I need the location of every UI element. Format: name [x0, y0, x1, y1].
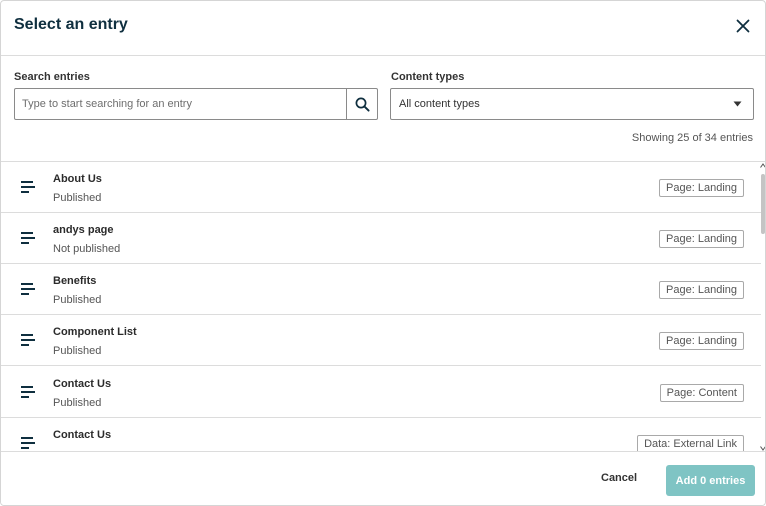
- entry-lines-icon: [21, 232, 35, 244]
- scroll-thumb[interactable]: [761, 174, 765, 234]
- entry-status: Not published: [53, 243, 121, 255]
- entry-selector-dialog: Select an entry Search entries Content t…: [0, 0, 766, 506]
- list-item[interactable]: Contact Us Data: External Link: [1, 418, 761, 451]
- chevron-down-icon: [733, 101, 742, 107]
- entry-type-badge: Page: Landing: [659, 332, 744, 350]
- list-item[interactable]: Benefits Published Page: Landing: [1, 264, 761, 315]
- search-icon: [355, 97, 370, 112]
- entry-lines-icon: [21, 437, 35, 449]
- entry-type-badge: Page: Landing: [659, 179, 744, 197]
- content-types-select[interactable]: All content types: [390, 88, 754, 120]
- close-icon: [736, 19, 750, 33]
- entry-name: Contact Us: [53, 378, 112, 390]
- entry-name: Contact Us: [53, 429, 112, 441]
- content-types-label: Content types: [391, 71, 465, 83]
- entry-lines-icon: [21, 283, 35, 295]
- list-item[interactable]: Component List Published Page: Landing: [1, 315, 761, 366]
- search-input[interactable]: [15, 89, 347, 119]
- entry-status: Published: [53, 345, 102, 357]
- results-count: Showing 25 of 34 entries: [631, 132, 753, 144]
- dialog-header: Select an entry: [1, 1, 765, 56]
- entry-lines-icon: [21, 181, 35, 193]
- entry-type-badge: Page: Content: [659, 384, 744, 402]
- search-label: Search entries: [14, 71, 90, 83]
- entry-status: Published: [53, 294, 102, 306]
- add-entries-button[interactable]: Add 0 entries: [666, 465, 755, 496]
- entry-lines-icon: [21, 334, 35, 346]
- entry-type-badge: Data: External Link: [637, 435, 744, 451]
- content-types-selected: All content types: [399, 98, 480, 110]
- entry-type-badge: Page: Landing: [659, 281, 744, 299]
- cancel-button[interactable]: Cancel: [601, 472, 637, 484]
- list-item[interactable]: andys page Not published Page: Landing: [1, 213, 761, 264]
- search-field: [14, 88, 378, 120]
- search-button[interactable]: [346, 89, 377, 119]
- entry-name: About Us: [53, 173, 102, 185]
- list-item[interactable]: About Us Published Page: Landing: [1, 162, 761, 213]
- list-item[interactable]: Contact Us Published Page: Content: [1, 367, 761, 418]
- entry-status: Published: [53, 192, 102, 204]
- close-button[interactable]: [731, 14, 755, 38]
- entry-name: andys page: [53, 224, 114, 236]
- entry-status: Published: [53, 397, 102, 409]
- entry-list: About Us Published Page: Landing andys p…: [1, 161, 766, 451]
- dialog-footer: Cancel Add 0 entries: [1, 451, 765, 505]
- list-scrollbar[interactable]: [759, 162, 766, 451]
- scroll-up-arrow-icon[interactable]: [760, 163, 766, 168]
- dialog-title: Select an entry: [14, 16, 128, 33]
- entry-name: Benefits: [53, 275, 97, 287]
- entry-lines-icon: [21, 386, 35, 398]
- entry-name: Component List: [53, 326, 137, 338]
- entry-type-badge: Page: Landing: [659, 230, 744, 248]
